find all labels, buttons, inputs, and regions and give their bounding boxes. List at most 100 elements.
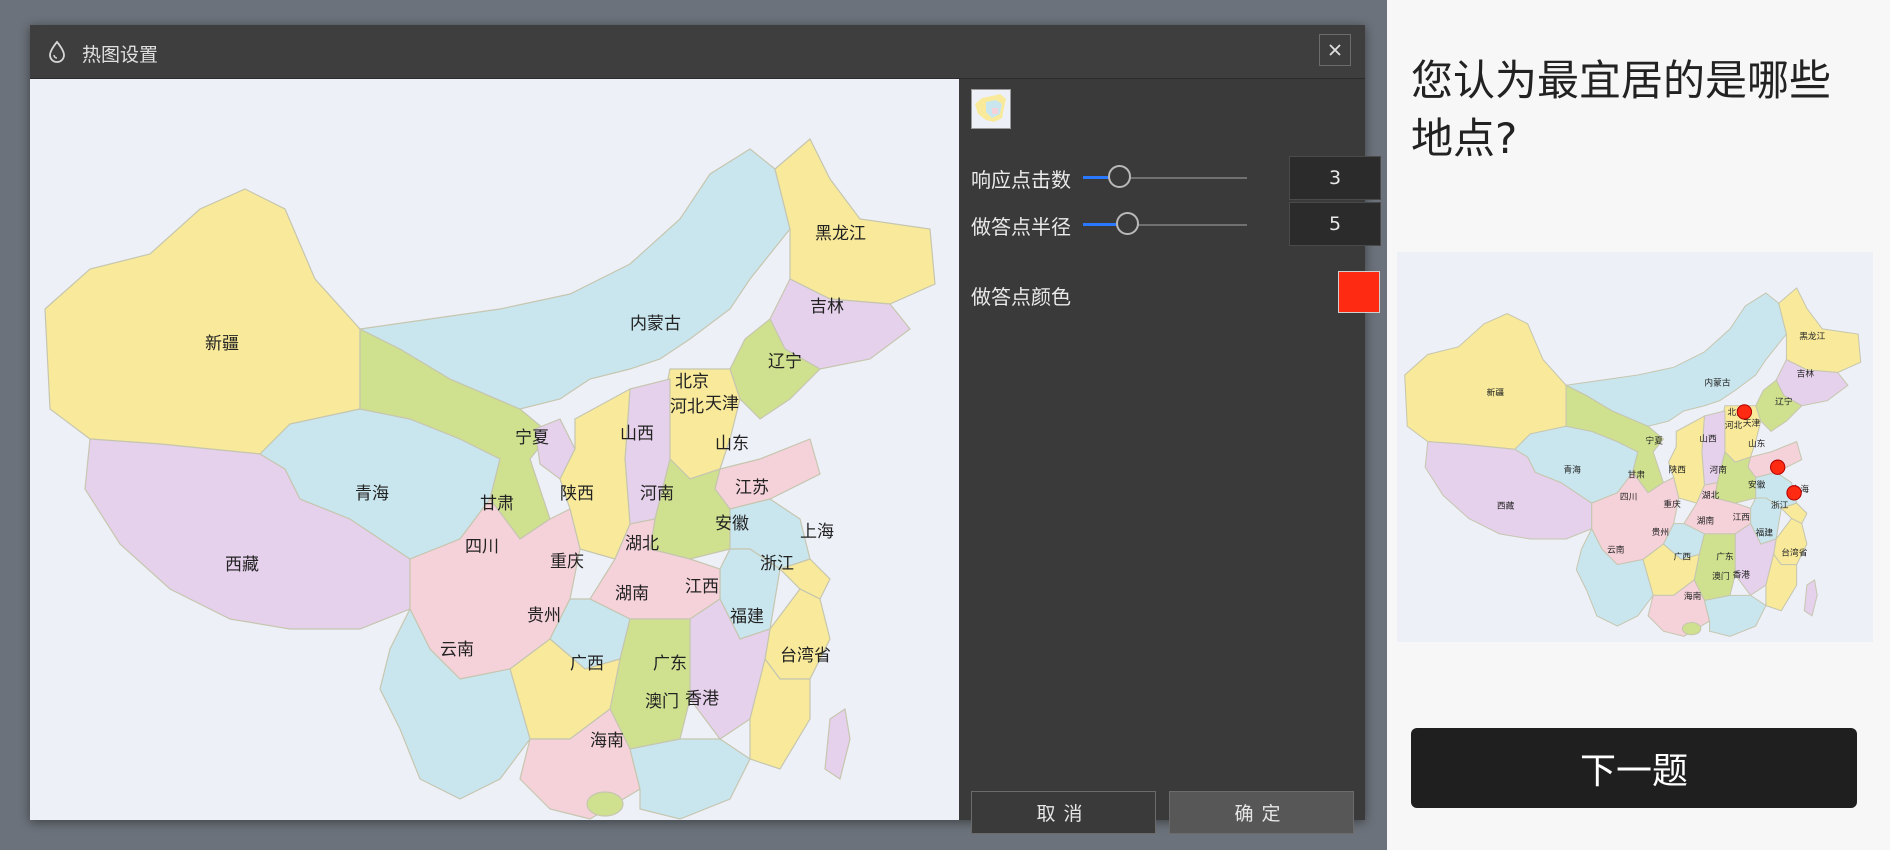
pv-label-yunnan: 云南 bbox=[1607, 543, 1625, 555]
pv-label-neimenggu: 内蒙古 bbox=[1704, 376, 1730, 388]
clicks-value-input[interactable]: 3 bbox=[1289, 156, 1381, 200]
pv-label-hainan: 海南 bbox=[1684, 590, 1702, 602]
pv-label-shaanxi: 陕西 bbox=[1669, 463, 1687, 475]
china-map[interactable]: 新疆 西藏 青海 甘肃 内蒙古 黑龙江 吉林 辽宁 北京 天津 河北 山西 山东… bbox=[30, 79, 959, 820]
label-neimenggu: 内蒙古 bbox=[630, 314, 681, 334]
label-shanxi: 山西 bbox=[620, 424, 654, 444]
heatmap-image-area[interactable]: 新疆 西藏 青海 甘肃 内蒙古 黑龙江 吉林 辽宁 北京 天津 河北 山西 山东… bbox=[30, 79, 959, 820]
pv-label-xinjiang: 新疆 bbox=[1487, 387, 1505, 399]
label-xianggang: 香港 bbox=[685, 689, 719, 709]
question-text: 您认为最宜居的是哪些地点? bbox=[1411, 56, 1832, 163]
pv-label-anhui: 安徽 bbox=[1748, 479, 1766, 491]
color-label: 做答点颜色 bbox=[971, 285, 1071, 309]
label-jiangsu: 江苏 bbox=[735, 478, 769, 498]
pv-label-taiwan: 台湾省 bbox=[1781, 546, 1807, 558]
label-sichuan: 四川 bbox=[465, 537, 499, 557]
label-qinghai: 青海 bbox=[355, 484, 389, 504]
label-henan: 河南 bbox=[640, 484, 674, 504]
close-button[interactable] bbox=[1319, 34, 1351, 66]
next-question-button[interactable]: 下一题 bbox=[1411, 728, 1857, 808]
cancel-button[interactable]: 取消 bbox=[971, 791, 1156, 834]
pv-label-tianjin: 天津 bbox=[1743, 418, 1761, 429]
pv-label-guizhou: 贵州 bbox=[1652, 526, 1669, 538]
color-swatch[interactable] bbox=[1338, 271, 1380, 313]
pv-label-chongqing: 重庆 bbox=[1663, 498, 1681, 510]
clicks-slider-knob[interactable] bbox=[1108, 165, 1131, 188]
label-yunnan: 云南 bbox=[440, 640, 474, 660]
mobile-preview: 您认为最宜居的是哪些地点? 新疆 西藏 青海 甘肃 内蒙古 黑龙江 吉林 辽宁 … bbox=[1387, 0, 1890, 850]
dialog-titlebar: 热图设置 bbox=[30, 25, 1365, 79]
clicks-slider[interactable] bbox=[1083, 164, 1247, 192]
pv-label-shandong: 山东 bbox=[1748, 438, 1766, 450]
pv-label-qinghai: 青海 bbox=[1564, 463, 1582, 475]
label-aomen: 澳门 bbox=[645, 692, 679, 712]
pv-label-sichuan: 四川 bbox=[1620, 493, 1637, 503]
pv-label-gansu: 甘肃 bbox=[1628, 468, 1646, 480]
response-dot bbox=[1736, 404, 1753, 420]
label-zhejiang: 浙江 bbox=[760, 554, 794, 574]
radius-value-input[interactable]: 5 bbox=[1289, 202, 1381, 246]
label-heilongjiang: 黑龙江 bbox=[815, 224, 866, 244]
province-guangdong bbox=[629, 738, 751, 820]
pv-label-jilin: 吉林 bbox=[1797, 368, 1815, 380]
pv-label-zhejiang: 浙江 bbox=[1771, 499, 1789, 511]
pv-label-xizang: 西藏 bbox=[1497, 500, 1515, 512]
image-thumbnail[interactable] bbox=[971, 89, 1011, 129]
label-anhui: 安徽 bbox=[715, 514, 749, 534]
heatmap-settings-dialog: 热图设置 新疆 西藏 青海 甘肃 内蒙古 黑龙江 吉林 辽宁 北京 天津 河北 … bbox=[30, 25, 1381, 834]
label-hainan: 海南 bbox=[590, 731, 624, 751]
label-ningxia: 宁夏 bbox=[515, 428, 549, 448]
pv-label-hunan: 湖南 bbox=[1697, 515, 1715, 527]
pv-label-guangdong: 广东 bbox=[1716, 550, 1734, 562]
label-gansu: 甘肃 bbox=[480, 494, 514, 514]
pv-label-xianggang: 香港 bbox=[1733, 568, 1751, 580]
label-jilin: 吉林 bbox=[810, 297, 844, 317]
pv-label-ningxia: 宁夏 bbox=[1646, 435, 1664, 447]
thumbnail-map bbox=[975, 94, 1006, 122]
label-taiwan: 台湾省 bbox=[780, 646, 831, 666]
pv-label-jiangxi: 江西 bbox=[1733, 512, 1751, 523]
radius-label: 做答点半径 bbox=[971, 215, 1071, 239]
pv-label-hubei: 湖北 bbox=[1702, 490, 1720, 501]
label-shaanxi: 陕西 bbox=[560, 484, 594, 504]
preview-china-map: 新疆 西藏 青海 甘肃 内蒙古 黑龙江 吉林 辽宁 北京 天津 河北 山西 山东… bbox=[1404, 287, 1862, 637]
settings-panel: 响应点击数 3 做答点半径 5 做答点颜色 取消 确定 bbox=[959, 79, 1381, 834]
label-hunan: 湖南 bbox=[615, 584, 649, 604]
label-xinjiang: 新疆 bbox=[205, 334, 239, 354]
dialog-title: 热图设置 bbox=[82, 44, 159, 66]
pv-label-henan: 河南 bbox=[1710, 463, 1728, 475]
pv-label-hebei: 河北 bbox=[1725, 419, 1743, 431]
droplet-icon bbox=[49, 40, 65, 63]
province-xinjiang bbox=[44, 188, 361, 455]
label-hebei: 河北 bbox=[670, 397, 704, 417]
close-icon bbox=[1329, 44, 1341, 56]
response-dot bbox=[1770, 459, 1786, 475]
province-taiwan bbox=[824, 707, 851, 780]
label-fujian: 福建 bbox=[730, 607, 764, 627]
radius-slider[interactable] bbox=[1083, 211, 1247, 239]
province-hainan bbox=[586, 791, 624, 817]
label-jiangxi: 江西 bbox=[685, 577, 719, 597]
label-beijing: 北京 bbox=[675, 372, 709, 392]
label-liaoning: 辽宁 bbox=[768, 352, 802, 372]
pv-label-fujian: 福建 bbox=[1756, 526, 1774, 538]
label-chongqing: 重庆 bbox=[550, 552, 584, 572]
label-guizhou: 贵州 bbox=[527, 606, 561, 626]
label-shandong: 山东 bbox=[715, 434, 749, 454]
radius-slider-knob[interactable] bbox=[1116, 212, 1139, 235]
label-hubei: 湖北 bbox=[625, 534, 659, 554]
confirm-button[interactable]: 确定 bbox=[1169, 791, 1354, 834]
pv-label-guangxi: 广西 bbox=[1674, 550, 1692, 562]
label-shanghai: 上海 bbox=[800, 522, 834, 542]
province-heilongjiang bbox=[774, 138, 936, 305]
label-xizang: 西藏 bbox=[225, 555, 259, 575]
pv-label-aomen: 澳门 bbox=[1712, 570, 1729, 582]
label-guangdong: 广东 bbox=[653, 654, 687, 674]
clicks-label: 响应点击数 bbox=[971, 168, 1071, 192]
preview-heatmap[interactable]: 新疆 西藏 青海 甘肃 内蒙古 黑龙江 吉林 辽宁 北京 天津 河北 山西 山东… bbox=[1397, 252, 1873, 642]
pv-label-heilongjiang: 黑龙江 bbox=[1799, 330, 1825, 342]
label-tianjin: 天津 bbox=[705, 394, 739, 414]
response-dot bbox=[1786, 485, 1802, 501]
pv-label-liaoning: 辽宁 bbox=[1775, 396, 1793, 408]
label-guangxi: 广西 bbox=[570, 654, 604, 674]
